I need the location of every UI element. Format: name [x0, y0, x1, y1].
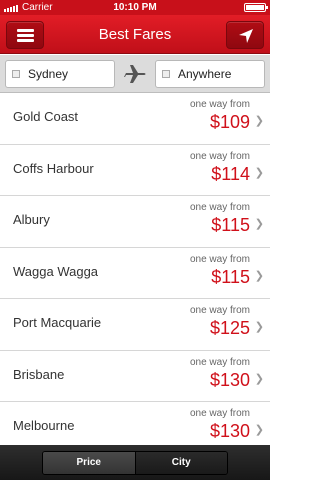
chevron-right-icon: ❯: [254, 115, 264, 127]
location-button[interactable]: [226, 21, 264, 49]
destination-field[interactable]: Anywhere: [155, 60, 265, 88]
fare-price: $109: [209, 112, 250, 132]
city-name: Wagga Wagga: [13, 263, 99, 279]
fare-price: $115: [211, 266, 250, 287]
city-name: Albury: [13, 212, 50, 227]
fare-row[interactable]: Albury one way from $115 ❯: [0, 196, 270, 248]
origin-value: Sydney: [28, 67, 69, 81]
chevron-right-icon: ❯: [254, 424, 264, 436]
fare-price: $114: [211, 163, 250, 184]
chevron-right-icon: ❯: [254, 269, 264, 282]
origin-field[interactable]: Sydney: [5, 60, 115, 88]
fare-price: $125: [209, 318, 250, 338]
fare-row[interactable]: Port Macquarie one way from $125 ❯: [0, 299, 270, 351]
city-name: Port Macquarie: [13, 315, 102, 330]
city-name: Melbourne: [13, 418, 75, 433]
fare-label: one way from: [189, 408, 250, 419]
destination-value: Anywhere: [178, 67, 232, 81]
fare-row[interactable]: Brisbane one way from $130 ❯: [0, 350, 270, 402]
city-name: Gold Coast: [13, 109, 79, 124]
fare-price: $130: [209, 421, 250, 441]
plane-icon: [124, 65, 146, 83]
menu-button[interactable]: [6, 21, 44, 49]
city-name: Brisbane: [13, 366, 65, 382]
fare-row[interactable]: Gold Coast one way from $109 ❯: [0, 93, 270, 145]
fare-list: Gold Coast one way from $109 ❯ Coffs Har…: [0, 93, 270, 454]
fare-label: one way from: [189, 253, 250, 265]
fare-price: $115: [211, 215, 250, 235]
page-title: Best Fares: [98, 26, 172, 43]
fare-label: one way from: [189, 150, 250, 162]
battery-icon: [244, 3, 268, 12]
chevron-right-icon: ❯: [254, 218, 264, 230]
fare-label: one way from: [189, 202, 250, 213]
fare-label: one way from: [189, 99, 250, 110]
fare-price: $130: [209, 369, 250, 390]
edit-icon: [12, 70, 20, 78]
sort-by-city-tab[interactable]: City: [134, 452, 227, 474]
chevron-right-icon: ❯: [254, 166, 264, 179]
status-bar: Carrier 10:10 PM: [0, 0, 270, 15]
fare-label: one way from: [189, 356, 250, 368]
fare-label: one way from: [189, 305, 250, 316]
sort-by-price-tab[interactable]: Price: [43, 452, 135, 474]
nav-bar: Best Fares: [0, 15, 270, 54]
route-bar: Sydney Anywhere: [0, 55, 270, 93]
city-name: Coffs Harbour: [13, 160, 94, 176]
fare-row[interactable]: Wagga Wagga one way from $115 ❯: [0, 247, 270, 299]
edit-icon: [162, 70, 170, 78]
sort-bar: Price City: [0, 445, 270, 480]
hamburger-icon: [17, 29, 34, 42]
location-arrow-icon: [239, 29, 253, 43]
chevron-right-icon: ❯: [254, 372, 264, 385]
chevron-right-icon: ❯: [254, 321, 264, 333]
status-time: 10:10 PM: [113, 2, 157, 13]
fare-row[interactable]: Coffs Harbour one way from $114 ❯: [0, 144, 270, 196]
sort-segmented-control: Price City: [42, 451, 228, 475]
